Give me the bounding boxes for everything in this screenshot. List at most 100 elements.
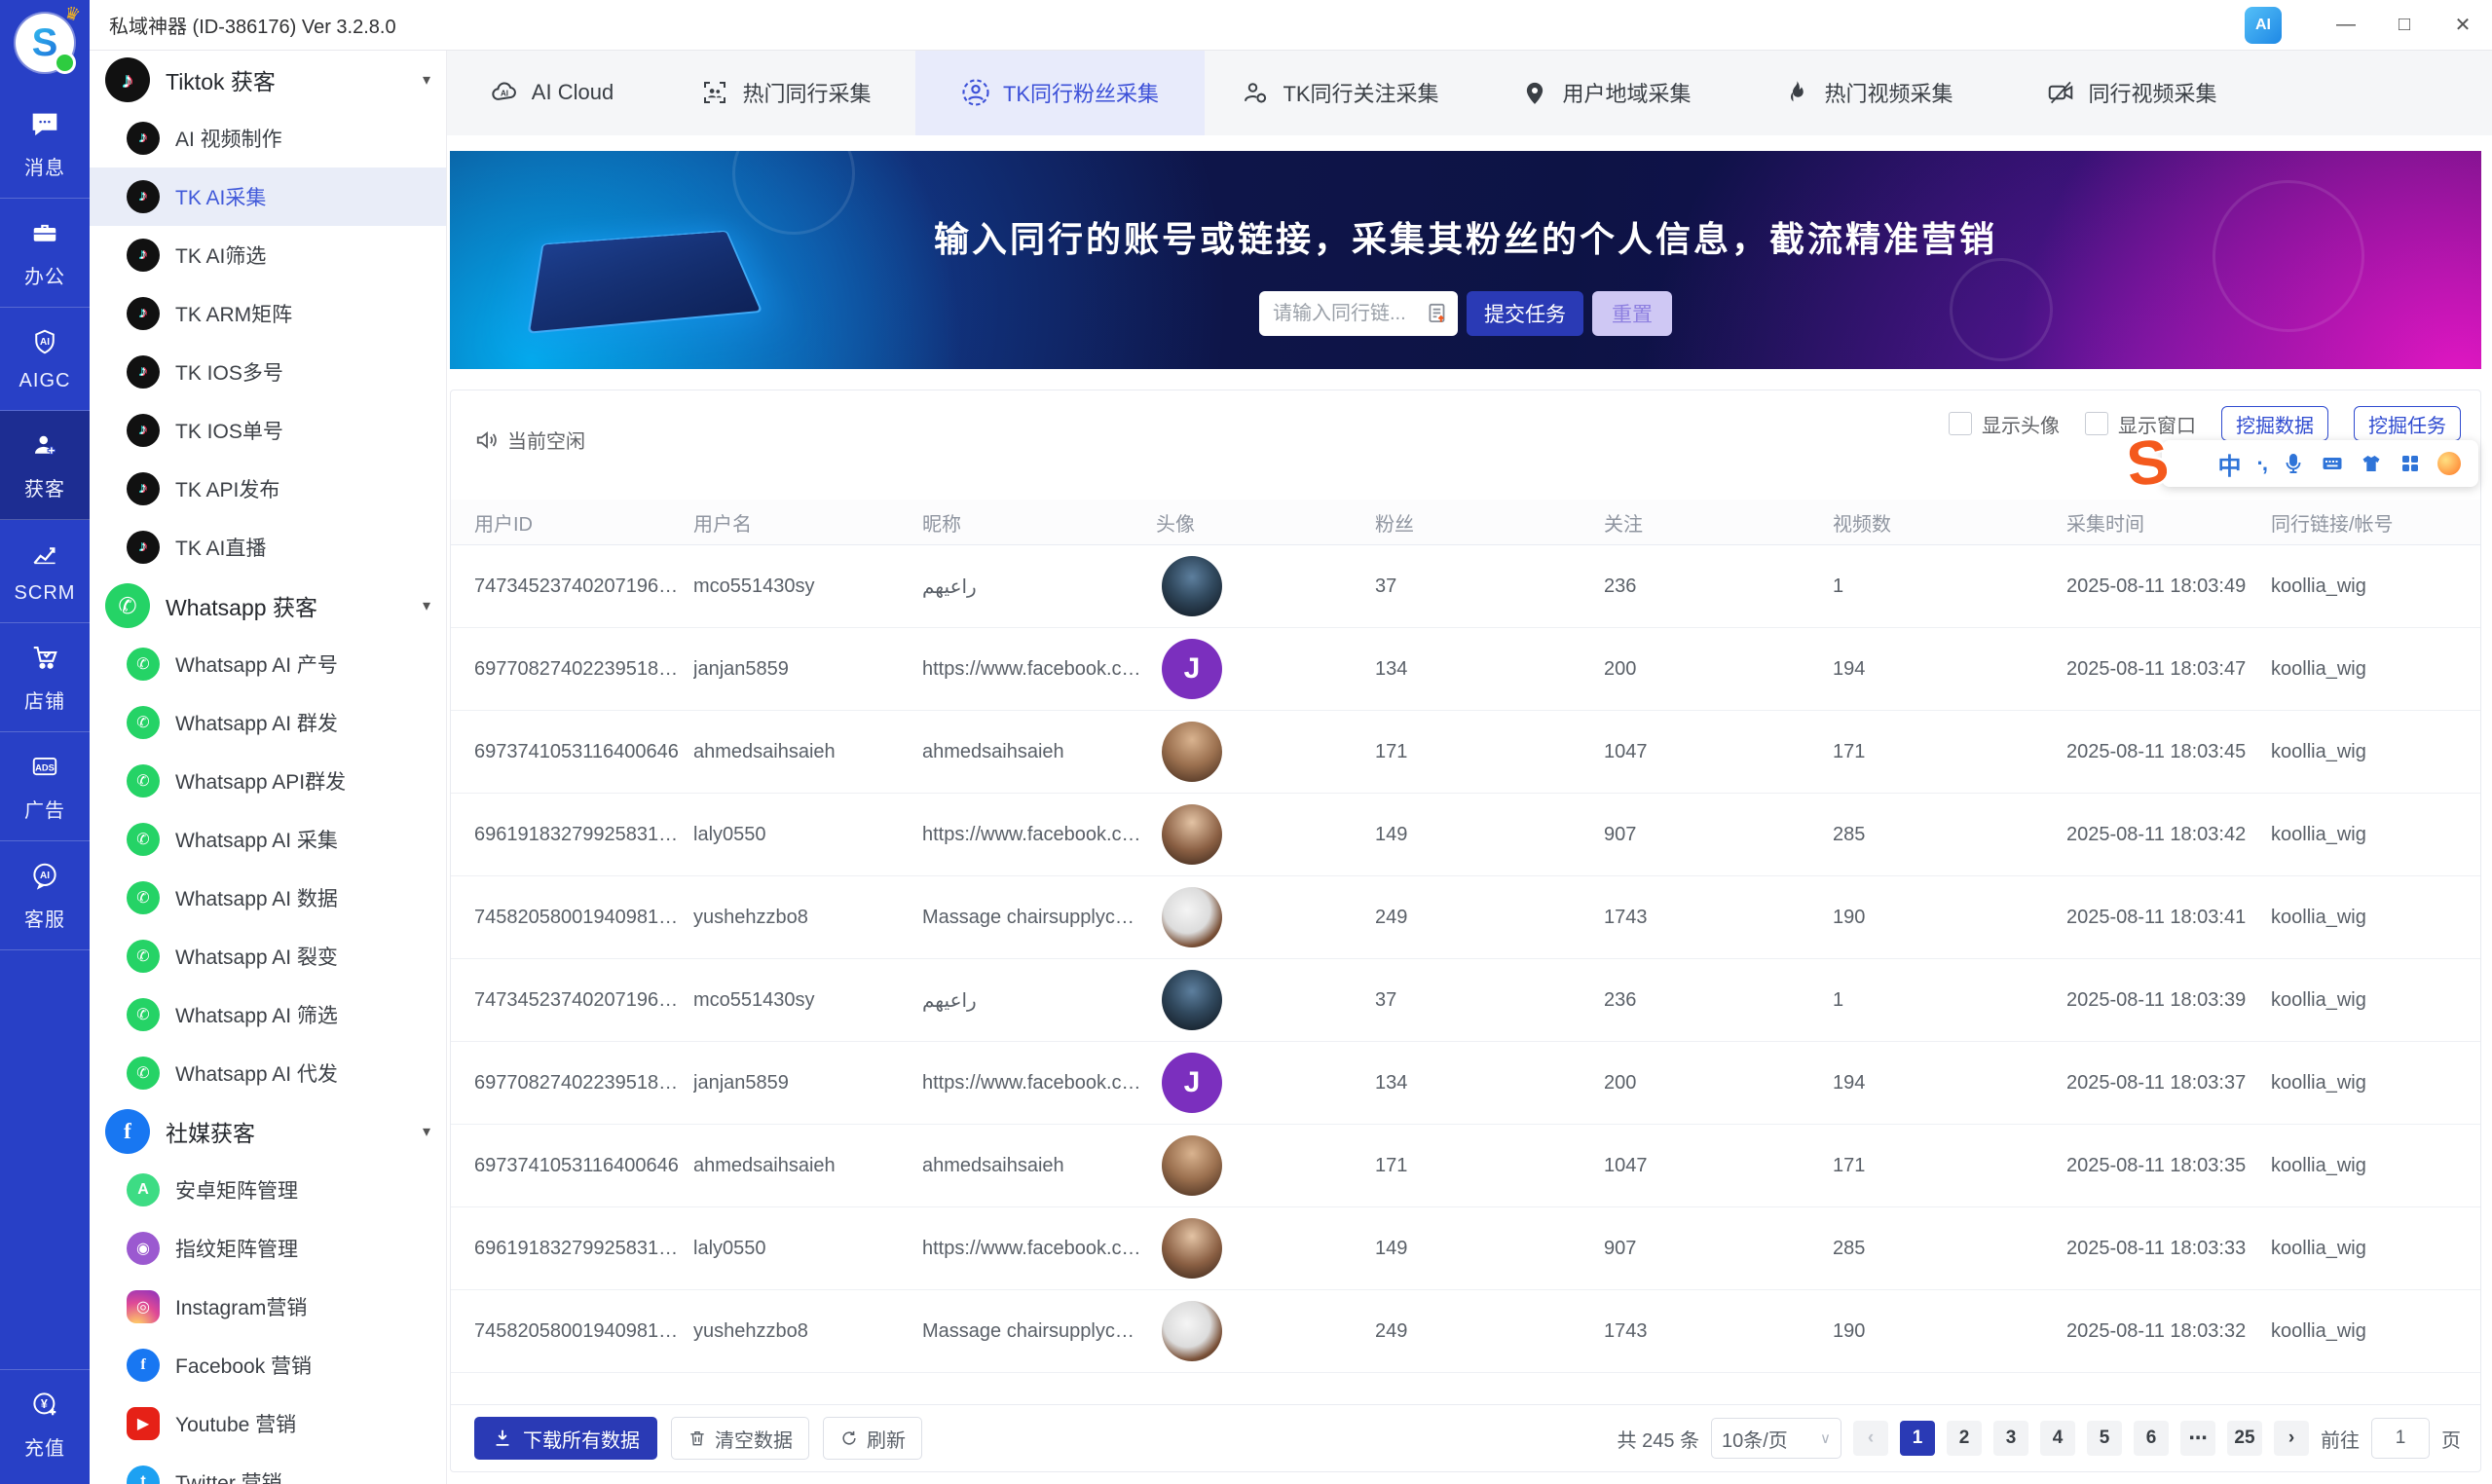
skin-icon[interactable] <box>2360 452 2383 475</box>
sidebar-item[interactable]: f Facebook 营销 <box>90 1336 446 1394</box>
show-avatar-checkbox[interactable]: 显示头像 <box>1949 410 2060 438</box>
sidebar-item[interactable]: ▶ Youtube 营销 <box>90 1394 446 1453</box>
rail-item-aigc[interactable]: AI AIGC <box>0 308 90 411</box>
table-row[interactable]: 6961918327992583173 laly0550 https://www… <box>451 794 2480 876</box>
page-number-button[interactable]: 2 <box>1947 1421 1982 1456</box>
results-panel: 当前空闲 显示头像 显示窗口 挖掘数据 挖掘任务 用户ID 用户名 昵称 头像 … <box>450 390 2481 1472</box>
sidebar-item[interactable]: ✆ Whatsapp AI 产号 <box>90 635 446 693</box>
peers-scan-icon <box>700 78 729 107</box>
close-button[interactable]: ✕ <box>2434 1 2492 50</box>
tiktok-icon: ♪ <box>127 297 160 330</box>
rail-item-support[interactable]: AI 客服 <box>0 841 90 950</box>
sidebar-item[interactable]: ✆ Whatsapp AI 筛选 <box>90 985 446 1044</box>
tab-hot-video-collect[interactable]: 热门视频采集 <box>1736 50 1999 135</box>
sidebar-item[interactable]: ✆ Whatsapp API群发 <box>90 752 446 810</box>
rail-item-leads[interactable]: 获客 <box>0 411 90 520</box>
tab-hot-peers-collect[interactable]: 热门同行采集 <box>656 50 915 135</box>
table-row[interactable]: 7473452374020719634 mco551430sy راعيهم 3… <box>451 959 2480 1042</box>
sidebar-item[interactable]: ♪ TK IOS单号 <box>90 401 446 460</box>
cell-fans: 149 <box>1375 824 1604 846</box>
sidebar-item[interactable]: ✆ Whatsapp AI 采集 <box>90 810 446 869</box>
table-row[interactable]: 7458205800194098177 yushehzzbo8 Massage … <box>451 876 2480 959</box>
refresh-button[interactable]: 刷新 <box>823 1417 922 1460</box>
cell-collect-time: 2025-08-11 18:03:42 <box>2066 824 2271 846</box>
sidebar-item[interactable]: ♪ TK AI直播 <box>90 518 446 576</box>
ime-mode-toggle[interactable]: 中 <box>2218 447 2242 481</box>
table-row[interactable]: 6977082740223951878 janjan5859 https://w… <box>451 1042 2480 1125</box>
sidebar-item[interactable]: ◉ 指纹矩阵管理 <box>90 1219 446 1278</box>
sidebar-item[interactable]: ♪ TK AI筛选 <box>90 226 446 284</box>
mine-data-button[interactable]: 挖掘数据 <box>2221 406 2328 441</box>
sidebar-item[interactable]: ♪ TK AI采集 <box>90 167 446 226</box>
sidebar-item[interactable]: ◎ Instagram营销 <box>90 1278 446 1336</box>
rail-item-recharge[interactable]: ¥ 充值 <box>0 1369 90 1478</box>
sidebar-item[interactable]: t Twitter 营销 <box>90 1453 446 1484</box>
rail-item-ads[interactable]: ADS 广告 <box>0 732 90 841</box>
sidebar-item[interactable]: ✆ Whatsapp AI 裂变 <box>90 927 446 985</box>
tab-peer-video-collect[interactable]: 同行视频采集 <box>1999 50 2264 135</box>
reset-button[interactable]: 重置 <box>1592 291 1672 336</box>
column-header: 用户ID <box>474 508 693 537</box>
rail-item-messages[interactable]: 消息 <box>0 90 90 199</box>
sidebar-item[interactable]: A 安卓矩阵管理 <box>90 1161 446 1219</box>
sidebar-item[interactable]: ♪ AI 视频制作 <box>90 109 446 167</box>
toolbox-grid-icon[interactable] <box>2399 452 2422 475</box>
tab-peer-fans-collect[interactable]: TK同行粉丝采集 <box>915 50 1205 135</box>
page-number-button[interactable]: 3 <box>1993 1421 2028 1456</box>
page-number-button[interactable]: ⋯ <box>2180 1421 2215 1456</box>
sidebar-item[interactable]: ✆ Whatsapp AI 代发 <box>90 1044 446 1102</box>
page-size-select[interactable]: 10条/页 ∨ <box>1711 1418 1841 1459</box>
keyboard-icon[interactable] <box>2321 452 2344 475</box>
submit-task-button[interactable]: 提交任务 <box>1467 291 1583 336</box>
table-row[interactable]: 7458205800194098177 yushehzzbo8 Massage … <box>451 1290 2480 1373</box>
sidebar-item[interactable]: ✆ Whatsapp AI 群发 <box>90 693 446 752</box>
rail-item-shop[interactable]: 店铺 <box>0 623 90 732</box>
app-logo[interactable]: S ♛ <box>16 14 74 72</box>
sidebar-item-label: 安卓矩阵管理 <box>175 1175 298 1205</box>
sidebar-item[interactable]: ✆ Whatsapp 获客 ▾ <box>90 576 446 635</box>
ai-assistant-icon[interactable]: AI <box>2245 7 2282 44</box>
sidebar-item-label: Whatsapp AI 代发 <box>175 1058 338 1088</box>
goto-page-input[interactable] <box>2371 1418 2430 1459</box>
sidebar-item[interactable]: f 社媒获客 ▾ <box>90 1102 446 1161</box>
prev-page-button[interactable]: ‹ <box>1853 1421 1888 1456</box>
minimize-button[interactable]: — <box>2317 1 2375 50</box>
sidebar-item[interactable]: ✆ Whatsapp AI 数据 <box>90 869 446 927</box>
mine-task-button[interactable]: 挖掘任务 <box>2354 406 2461 441</box>
page-number-button[interactable]: 5 <box>2087 1421 2122 1456</box>
emoji-icon[interactable] <box>2437 452 2461 475</box>
tab-ai-cloud[interactable]: AI AI Cloud <box>447 50 656 135</box>
sidebar-item[interactable]: ♪ TK ARM矩阵 <box>90 284 446 343</box>
sogou-ime-bar[interactable]: S 中 ·, <box>2162 440 2478 487</box>
table-row[interactable]: 6977082740223951878 janjan5859 https://w… <box>451 628 2480 711</box>
page-number-button[interactable]: 4 <box>2040 1421 2075 1456</box>
table-row[interactable]: 7473452374020719634 mco551430sy راعيهم 3… <box>451 545 2480 628</box>
rail-item-scrm[interactable]: SCRM <box>0 520 90 623</box>
sidebar-item[interactable]: ♪ TK API发布 <box>90 460 446 518</box>
rail-item-office[interactable]: 办公 <box>0 199 90 308</box>
cell-collect-time: 2025-08-11 18:03:39 <box>2066 989 2271 1012</box>
download-all-button[interactable]: 下载所有数据 <box>474 1417 657 1460</box>
ime-punctuation-toggle[interactable]: ·, <box>2257 451 2266 476</box>
maximize-button[interactable]: □ <box>2375 1 2434 50</box>
tab-label: 热门同行采集 <box>742 77 871 108</box>
cell-user-id: 7473452374020719634 <box>474 989 693 1012</box>
sidebar-item[interactable]: ♪ TK IOS多号 <box>90 343 446 401</box>
page-size-value: 10条/页 <box>1722 1425 1788 1453</box>
next-page-button[interactable]: › <box>2274 1421 2309 1456</box>
page-number-button[interactable]: 25 <box>2227 1421 2262 1456</box>
sidebar-item[interactable]: ♪ Tiktok 获客 ▾ <box>90 51 446 109</box>
avatar <box>1162 1301 1222 1361</box>
page-number-button[interactable]: 6 <box>2134 1421 2169 1456</box>
microphone-icon[interactable] <box>2282 452 2305 475</box>
table-row[interactable]: 6973741053116400646 ahmedsaihsaieh ahmed… <box>451 1125 2480 1207</box>
table-row[interactable]: 6961918327992583173 laly0550 https://www… <box>451 1207 2480 1290</box>
sidebar-menu: ♪ Tiktok 获客 ▾ ♪ AI 视频制作 ♪ TK AI采集 ♪ TK A… <box>90 51 447 1484</box>
page-number-button[interactable]: 1 <box>1900 1421 1935 1456</box>
cell-videos: 194 <box>1833 1072 2066 1094</box>
tab-user-region-collect[interactable]: 用户地域采集 <box>1475 50 1736 135</box>
table-row[interactable]: 6973741053116400646 ahmedsaihsaieh ahmed… <box>451 711 2480 794</box>
clear-data-button[interactable]: 清空数据 <box>671 1417 809 1460</box>
cell-nickname: https://www.facebook.com/... <box>922 658 1156 681</box>
tab-peer-follow-collect[interactable]: TK同行关注采集 <box>1205 50 1475 135</box>
